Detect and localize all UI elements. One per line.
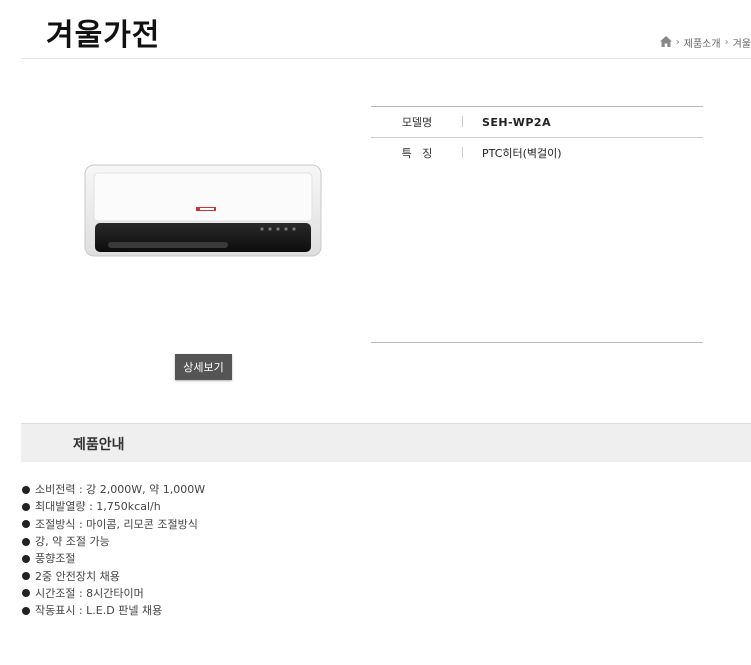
home-icon[interactable] — [659, 35, 672, 50]
bullet-icon — [22, 554, 30, 563]
product-image — [84, 163, 324, 259]
chevron-right-icon: › — [675, 37, 680, 48]
spec-label-feature: 특 징 — [371, 145, 463, 161]
list-item: 소비전력 : 강 2,000W, 약 1,000W — [22, 481, 205, 498]
spec-value-feature: PTC히터(벽걸이) — [482, 147, 562, 160]
feature-text: 최대발열량 : 1,750kcal/h — [35, 500, 161, 514]
feature-text: 조절방식 : 마이콤, 리모콘 조절방식 — [35, 517, 198, 531]
spec-label-model: 모델명 — [371, 114, 463, 130]
list-item: 강, 약 조절 가능 — [22, 533, 205, 550]
bullet-icon — [22, 572, 30, 581]
breadcrumb-item-current[interactable]: 겨울 — [733, 35, 751, 50]
feature-text: 소비전력 : 강 2,000W, 약 1,000W — [35, 483, 206, 497]
list-item: 최대발열량 : 1,750kcal/h — [22, 498, 205, 515]
section-title: 제품안내 — [73, 437, 125, 453]
bullet-icon — [22, 589, 30, 598]
spec-row-model: 모델명 SEH-WP2A — [371, 107, 703, 138]
feature-text: 시간조절 : 8시간타이머 — [35, 586, 144, 600]
feature-text: 작동표시 : L.E.D 판넬 채용 — [35, 604, 163, 618]
feature-text: 2중 안전장치 채용 — [35, 569, 120, 583]
list-item: 작동표시 : L.E.D 판넬 채용 — [22, 602, 205, 619]
list-item: 2중 안전장치 채용 — [22, 567, 205, 584]
spec-table: 모델명 SEH-WP2A 특 징 PTC히터(벽걸이) — [371, 106, 703, 343]
section-header: 제품안내 — [21, 423, 751, 462]
bullet-icon — [22, 537, 30, 546]
bullet-icon — [22, 520, 30, 529]
bullet-icon — [22, 606, 30, 615]
chevron-right-icon: › — [724, 37, 729, 48]
feature-text: 강, 약 조절 가능 — [35, 535, 110, 549]
breadcrumb: › 제품소개 › 겨울 — [659, 35, 751, 50]
list-item: 풍향조절 — [22, 550, 205, 567]
detail-view-button[interactable]: 상세보기 — [175, 354, 232, 380]
bullet-icon — [22, 502, 30, 511]
bullet-icon — [22, 485, 30, 494]
feature-list: 소비전력 : 강 2,000W, 약 1,000W 최대발열량 : 1,750k… — [22, 481, 205, 619]
list-item: 조절방식 : 마이콤, 리모콘 조절방식 — [22, 516, 205, 533]
feature-text: 풍향조절 — [35, 552, 76, 566]
page-title: 겨울가전 — [46, 18, 161, 53]
header-divider — [21, 58, 751, 59]
spec-row-feature: 특 징 PTC히터(벽걸이) — [371, 138, 703, 168]
breadcrumb-item-products[interactable]: 제품소개 — [684, 35, 721, 50]
spec-value-model: SEH-WP2A — [482, 115, 552, 129]
list-item: 시간조절 : 8시간타이머 — [22, 585, 205, 602]
